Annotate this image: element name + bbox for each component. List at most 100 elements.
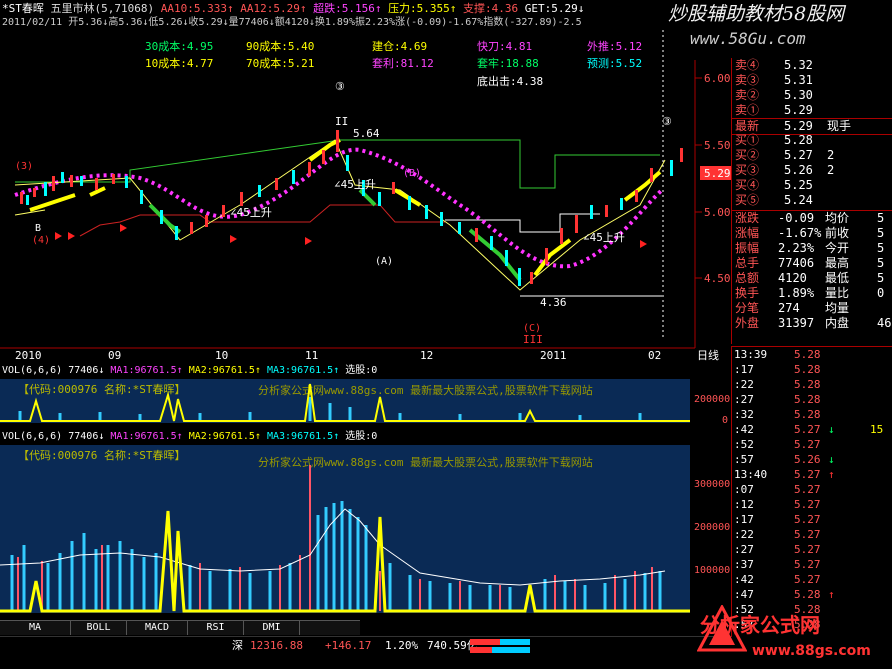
wave-3-left: (3): [15, 161, 34, 172]
order-book-label: 卖③: [735, 73, 760, 87]
stats-value: -1.67%: [778, 226, 822, 240]
date-12: 12: [420, 349, 434, 362]
tick-price: 5.27: [794, 558, 821, 571]
tick-row: :07 5.27: [732, 482, 892, 498]
tick-time: :12: [734, 498, 754, 511]
tab-ma[interactable]: MA: [0, 621, 71, 635]
order-book-row[interactable]: 买⑤ 5.24: [732, 193, 892, 208]
up45-label-1: ∠45上升: [334, 178, 376, 191]
order-book-label: 买①: [735, 133, 760, 147]
tick-row: :27 5.28: [732, 392, 892, 408]
tick-price: 5.28: [794, 348, 821, 361]
stats-value: 31397: [778, 316, 815, 330]
up45-label-2: ∠45上升: [230, 206, 272, 219]
tab-boll[interactable]: BOLL: [71, 621, 127, 635]
wave-4-left: (4): [32, 235, 51, 246]
tick-time: :37: [734, 558, 754, 571]
tick-price: 5.28: [794, 588, 821, 601]
tick-arrow-icon: ↓: [828, 453, 835, 466]
stats-grid: 涨跌 -0.09 均价 5 涨幅 -1.67% 前收 5 振幅 2.23% 今开 5 总手 77406 最高…: [732, 210, 892, 345]
order-book-row[interactable]: 卖② 5.30: [732, 88, 892, 103]
index-change: +146.17: [325, 639, 372, 652]
tick-time: :22: [734, 378, 754, 391]
order-book-row[interactable]: 卖④ 5.32: [732, 58, 892, 73]
stats-value: 5: [877, 271, 885, 285]
tick-time: :17: [734, 363, 754, 376]
order-book-price: 5.29: [784, 103, 813, 117]
order-book-label: 买②: [735, 148, 760, 162]
wave-A: (A): [375, 256, 394, 267]
date-11: 11: [305, 349, 319, 362]
order-book-price: 5.26: [784, 163, 813, 177]
wave-B-left: B: [35, 223, 42, 234]
tick-price: 5.27: [794, 543, 821, 556]
stats-key: 涨跌: [735, 211, 760, 225]
order-book-label: 最新: [735, 119, 760, 133]
vol-bottom-ma3: MA3:96761.5↑: [266, 431, 340, 442]
tick-time: :52: [734, 438, 754, 451]
order-book-price: 5.29: [784, 119, 813, 133]
stats-key: 均量: [825, 301, 850, 315]
price-axis-5: 5.00: [704, 206, 731, 219]
stats-key: 均价: [825, 211, 850, 225]
stats-value: 77406: [778, 256, 815, 270]
tick-price: 5.28: [794, 378, 821, 391]
tick-time: :32: [734, 408, 754, 421]
vol-top-axis-200000: 200000: [694, 394, 731, 405]
order-book-row[interactable]: 买① 5.28: [732, 133, 892, 148]
tick-row: :57 5.26 ↓: [732, 452, 892, 468]
vol-top-ma1: MA1:96761.5↑: [110, 365, 183, 376]
order-book-price: 5.32: [784, 58, 813, 72]
tick-time: :07: [734, 483, 754, 496]
tick-row: :22 5.28: [732, 377, 892, 393]
vol-bottom-label: VOL(6,6,6): [2, 431, 63, 442]
date-09: 09: [108, 349, 122, 362]
vol-bottom-axis-300000: 300000: [694, 479, 731, 490]
tick-price: 5.27: [794, 513, 821, 526]
date-2010: 2010: [15, 349, 42, 362]
roman-II: II: [335, 115, 349, 128]
date-02: 02: [648, 349, 662, 362]
order-book-row[interactable]: 买② 5.27 2: [732, 148, 892, 163]
tab-dmi[interactable]: DMI: [244, 621, 300, 635]
stats-row: 外盘 31397 内盘 46: [732, 316, 892, 331]
order-book-volume: 现手: [827, 119, 852, 133]
order-book-price: 5.24: [784, 193, 813, 207]
stats-row: 涨跌 -0.09 均价 5: [732, 211, 892, 226]
order-book-row[interactable]: 卖③ 5.31: [732, 73, 892, 88]
stats-key: 总额: [735, 271, 760, 285]
tab-rsi[interactable]: RSI: [188, 621, 244, 635]
vol-bottom-axis-100000: 100000: [694, 565, 731, 576]
tick-time: :47: [734, 588, 754, 601]
tick-arrow-icon: ↑: [828, 468, 835, 481]
stats-value: 5: [877, 241, 885, 255]
vol-bottom-xuangu: 选股:0: [345, 431, 378, 442]
tab-macd[interactable]: MACD: [127, 621, 188, 635]
vol-top-chart: [0, 383, 690, 422]
stats-key: 分笔: [735, 301, 760, 315]
tick-time: :27: [734, 393, 754, 406]
tick-row: :37 5.27: [732, 557, 892, 573]
order-book-volume: 2: [827, 163, 835, 177]
tick-arrow-icon: ↓: [828, 423, 835, 436]
order-book-row[interactable]: 卖① 5.29: [732, 103, 892, 118]
stats-row: 换手 1.89% 量比 0: [732, 286, 892, 301]
index-value: 12316.88: [250, 639, 303, 652]
stats-key: 涨幅: [735, 226, 760, 240]
tick-list: 13:39 5.28:17 5.28:22 5.28:27 5.28:32 5.28:42…: [731, 346, 892, 637]
stats-value: 1.89%: [778, 286, 815, 300]
tick-price: 5.26: [794, 453, 821, 466]
tick-row: :27 5.27: [732, 542, 892, 558]
order-book-row[interactable]: 买④ 5.25: [732, 178, 892, 193]
tick-time: :22: [734, 528, 754, 541]
tick-volume: 15: [870, 423, 884, 436]
tick-price: 5.27: [794, 483, 821, 496]
period-label[interactable]: 日线: [697, 349, 719, 362]
order-book-row[interactable]: 买③ 5.26 2: [732, 163, 892, 178]
order-book-label: 卖②: [735, 88, 760, 102]
price-axis-4-5: 4.50: [704, 272, 731, 285]
order-book-label: 卖①: [735, 103, 760, 117]
current-price-tag: 5.29: [704, 167, 731, 180]
tick-row: :52 5.27: [732, 437, 892, 453]
order-book-label: 买③: [735, 163, 760, 177]
